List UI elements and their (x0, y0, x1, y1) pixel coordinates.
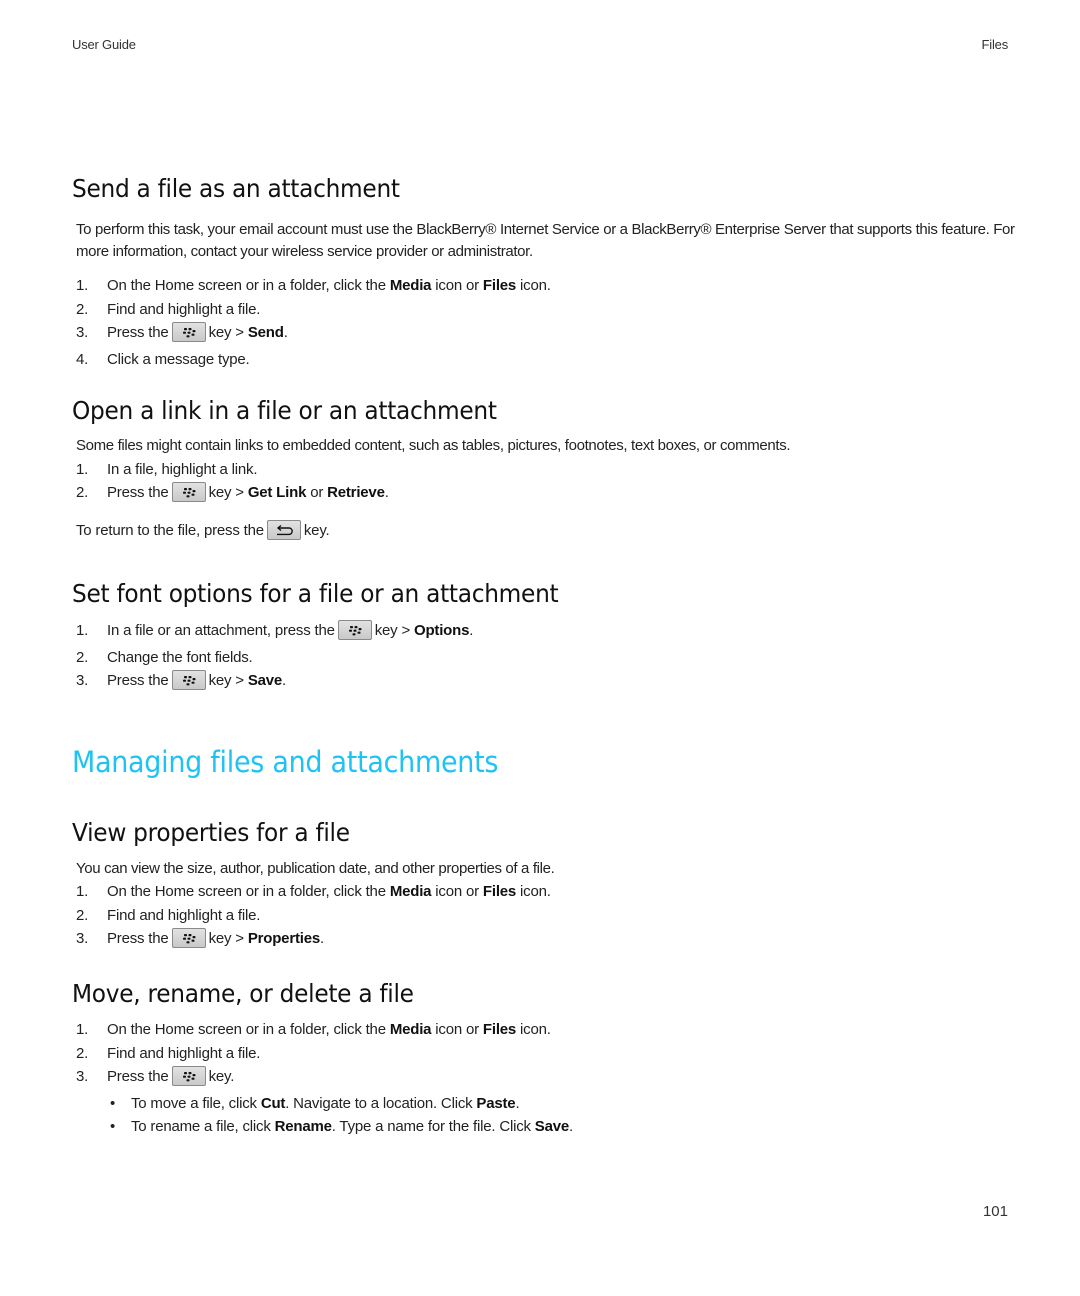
list-item: 3. Press the key > Properties. (76, 927, 324, 950)
list-item: 3. Press the key. (76, 1065, 234, 1088)
step-number: 2. (76, 649, 89, 666)
ui-term: Properties (247, 930, 321, 947)
list-item: 1. In a file or an attachment, press the k… (76, 619, 473, 642)
ui-term: Save (534, 1118, 570, 1135)
blackberry-menu-key-icon (171, 1065, 206, 1086)
list-item: 1. On the Home screen or in a folder, cli… (76, 881, 551, 903)
step-number: 1. (76, 622, 89, 639)
step-number: 4. (76, 351, 89, 368)
running-header-title: User Guide (72, 37, 136, 52)
section-intro-open-link: Some files might contain links to embedd… (76, 437, 791, 454)
bullet-icon: • (110, 1095, 116, 1112)
step-number: 3. (76, 1068, 89, 1085)
ui-term: Options (413, 622, 470, 639)
section-heading-view-properties: View properties for a file (72, 818, 350, 847)
section-intro-send-file: To perform this task, your email account… (76, 221, 1015, 260)
bullet-icon: • (110, 1118, 116, 1135)
chapter-heading: Managing files and attachments (72, 745, 499, 779)
step-number: 2. (76, 301, 89, 318)
ui-term: Media (389, 1021, 432, 1038)
list-item: 1. On the Home screen or in a folder, cli… (76, 1019, 551, 1041)
blackberry-menu-key-icon (171, 481, 206, 502)
step-number: 3. (76, 672, 89, 689)
running-header-section: Files (981, 37, 1009, 52)
ui-term: Retrieve (327, 484, 385, 501)
step-number: 3. (76, 930, 89, 947)
section-heading-send-file: Send a file as an attachment (72, 174, 400, 203)
blackberry-menu-key-icon (171, 669, 206, 690)
step-number: 1. (76, 1021, 89, 1038)
step-number: 3. (76, 324, 89, 341)
ui-term: Media (389, 277, 432, 294)
list-item: 2. Find and highlight a file. (76, 1043, 260, 1065)
step-number: 2. (76, 484, 89, 501)
step-number: 2. (76, 1045, 89, 1062)
list-item: 3. Press the key > Save. (76, 669, 286, 692)
ui-term: Rename (274, 1118, 332, 1135)
ui-term: Cut (260, 1095, 286, 1112)
blackberry-menu-key-icon (171, 321, 206, 342)
ui-term: Send (247, 324, 284, 341)
step-number: 1. (76, 277, 89, 294)
list-item: 2. Change the font fields. (76, 647, 253, 669)
list-item: 3. Press the key > Send. (76, 321, 288, 344)
list-item: 2. Find and highlight a file. (76, 905, 260, 927)
ui-term: Files (482, 883, 517, 900)
section-heading-font-options: Set font options for a file or an attach… (72, 579, 559, 608)
ui-term: Files (482, 277, 517, 294)
ui-term: Save (247, 672, 283, 689)
section-heading-move-rename: Move, rename, or delete a file (72, 979, 414, 1008)
list-item: 4. Click a message type. (76, 349, 250, 371)
step-number: 1. (76, 461, 89, 478)
escape-back-key-icon (266, 519, 301, 540)
blackberry-menu-key-icon (337, 619, 372, 640)
list-item: 1. In a file, highlight a link. (76, 459, 258, 481)
step-number: 1. (76, 883, 89, 900)
bullet-item: • To rename a file, click Rename. Type a … (110, 1116, 573, 1138)
bullet-item: • To move a file, click Cut. Navigate to … (110, 1093, 520, 1115)
note-text: To return to the file, press the key. (76, 519, 330, 542)
step-number: 2. (76, 907, 89, 924)
list-item: 1. On the Home screen or in a folder, cli… (76, 275, 551, 297)
ui-term: Paste (476, 1095, 516, 1112)
section-heading-open-link: Open a link in a file or an attachment (72, 396, 497, 425)
ui-term: Get Link (247, 484, 307, 501)
section-intro-view-properties: You can view the size, author, publicati… (76, 860, 555, 877)
page-number: 101 (982, 1203, 1008, 1220)
blackberry-menu-key-icon (171, 927, 206, 948)
ui-term: Files (482, 1021, 517, 1038)
list-item: 2. Find and highlight a file. (76, 299, 260, 321)
ui-term: Media (389, 883, 432, 900)
list-item: 2. Press the key > Get Link or Retrieve. (76, 481, 389, 504)
